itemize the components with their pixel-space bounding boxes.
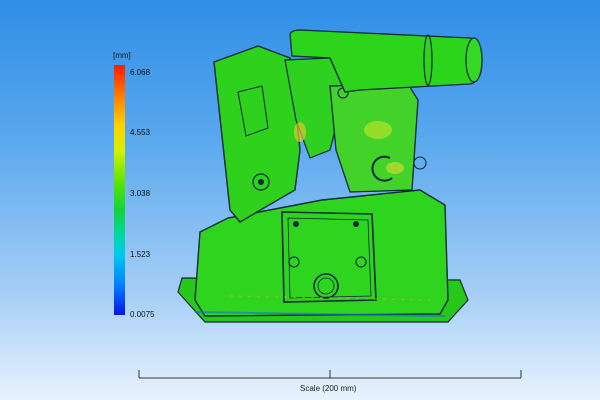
3d-viewport[interactable]: [mm] 6.068 4.553 3.038 1.523 0.0075 Scal… — [0, 0, 600, 400]
scale-label: Scale (200 mm) — [300, 384, 357, 393]
scale-ruler — [138, 370, 522, 379]
